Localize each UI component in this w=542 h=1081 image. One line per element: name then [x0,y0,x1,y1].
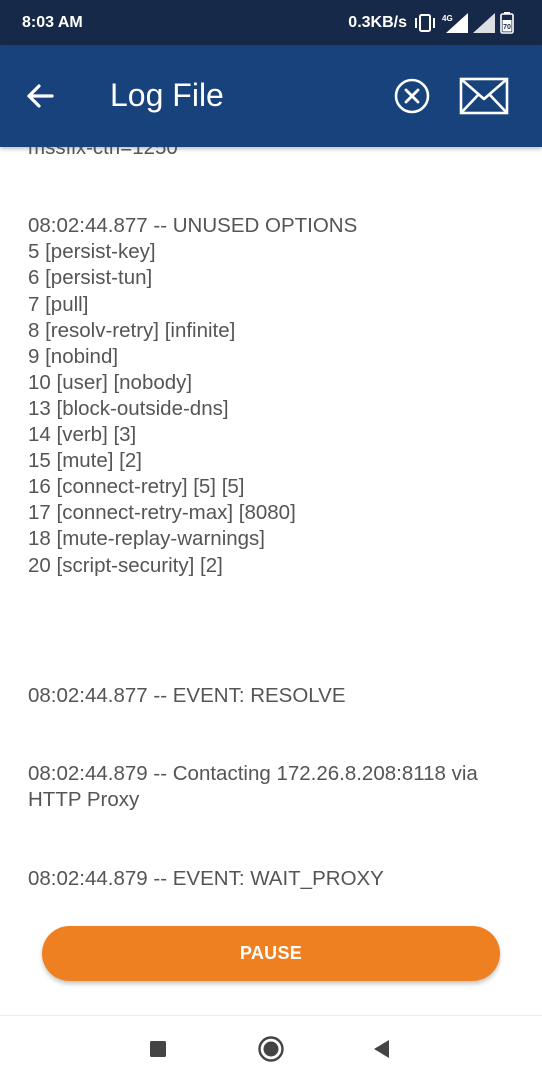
log-line: 08:02:44.879 -- EVENT: WAIT_PROXY [28,866,384,890]
app-bar: Log File [0,45,542,147]
log-line: 5 [persist-key] [28,240,156,264]
send-log-button[interactable] [459,76,509,116]
log-line: 16 [connect-retry] [5] [5] [28,475,245,499]
log-line: 18 [mute-replay-warnings] [28,527,265,551]
log-line: 17 [connect-retry-max] [8080] [28,501,296,525]
log-line: 15 [mute] [2] [28,449,142,473]
home-circle-icon [258,1036,284,1062]
status-right: 0.3KB/s 4G 70 [348,11,514,34]
log-line: 08:02:44.877 -- UNUSED OPTIONS [28,214,358,238]
svg-text:70: 70 [503,24,511,31]
vibrate-icon [415,13,435,32]
envelope-icon [459,77,509,115]
status-bar: 8:03 AM 0.3KB/s 4G 70 [0,0,542,45]
net-speed: 0.3KB/s [348,13,407,31]
log-line: mssfix-ctrl=1250 [28,147,178,159]
log-line: 8 [resolv-retry] [infinite] [28,318,236,342]
log-line: 9 [nobind] [28,344,119,368]
signal-icon [473,12,495,33]
system-nav-bar [0,1015,542,1081]
back-triangle-icon [374,1040,389,1058]
arrow-left-icon [27,84,54,108]
log-text: mssfix-ctrl=1250 08:02:44.877 -- UNUSED … [28,147,528,892]
recents-square-icon [150,1041,166,1057]
status-icons: 4G 70 [413,11,514,34]
log-line: 7 [pull] [28,292,89,316]
recents-button[interactable] [142,1033,174,1065]
home-button[interactable] [255,1033,287,1065]
status-time: 8:03 AM [22,13,83,31]
log-line: 14 [verb] [3] [28,423,137,447]
log-line: 08:02:44.879 -- Contacting 172.26.8.208:… [28,762,484,812]
log-line: 13 [block-outside-dns] [28,396,229,420]
signal-4g-icon: 4G [442,12,468,33]
back-nav-button[interactable] [366,1033,398,1065]
log-line: 08:02:44.877 -- EVENT: RESOLVE [28,683,346,707]
clear-log-button[interactable] [393,77,431,115]
back-button[interactable] [22,78,58,114]
close-circle-icon [394,78,430,114]
log-line: 6 [persist-tun] [28,266,153,290]
battery-icon: 70 [500,11,514,34]
svg-text:4G: 4G [442,14,453,23]
log-line: 10 [user] [nobody] [28,370,193,394]
pause-button[interactable]: PAUSE [42,926,500,981]
log-view[interactable]: mssfix-ctrl=1250 08:02:44.877 -- UNUSED … [0,147,542,910]
page-title: Log File [110,77,224,113]
log-line: 20 [script-security] [2] [28,553,223,577]
